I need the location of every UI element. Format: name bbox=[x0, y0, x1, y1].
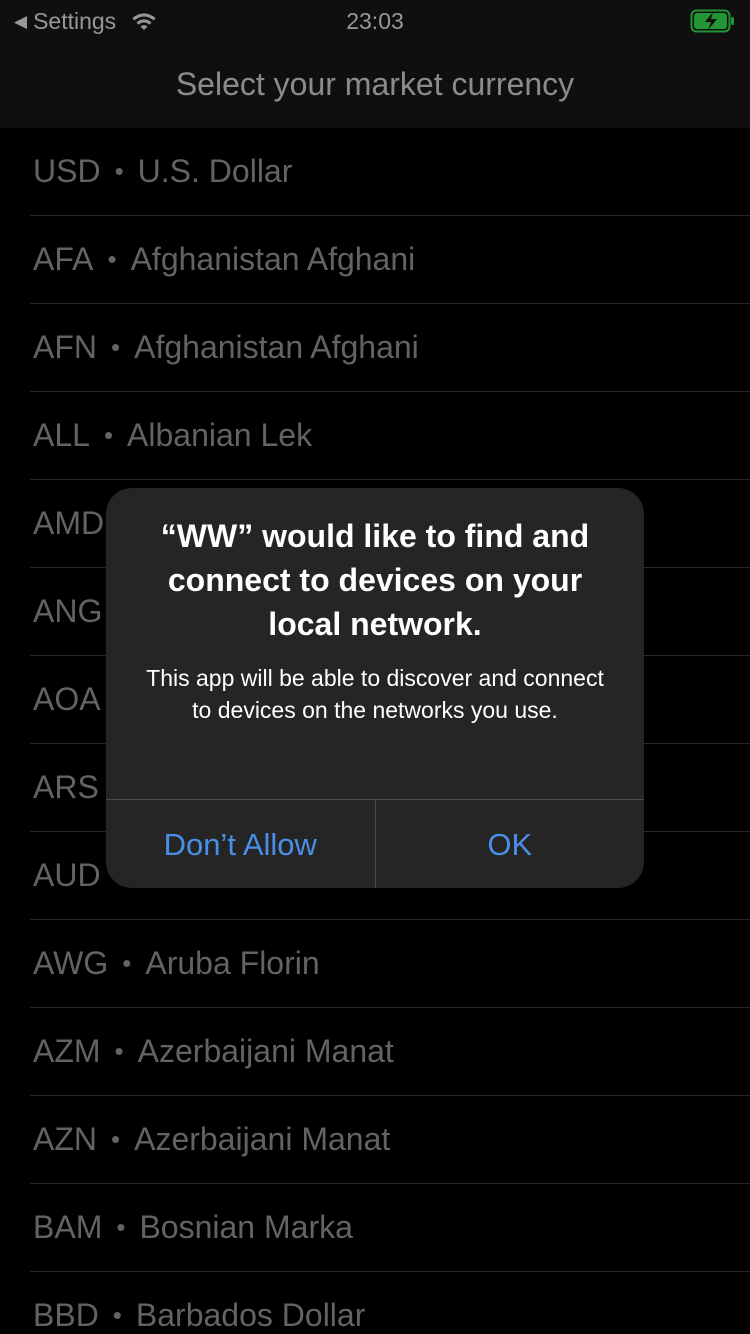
screen: ◀ Settings 23:03 Select your market curr… bbox=[0, 0, 750, 1334]
local-network-alert: “WW” would like to find and connect to d… bbox=[106, 488, 644, 888]
alert-button-row: Don’t Allow OK bbox=[106, 799, 644, 888]
dont-allow-button[interactable]: Don’t Allow bbox=[106, 800, 375, 888]
alert-message: This app will be able to discover and co… bbox=[146, 665, 604, 723]
ok-button[interactable]: OK bbox=[374, 800, 645, 888]
alert-title: “WW” would like to find and connect to d… bbox=[160, 518, 590, 642]
